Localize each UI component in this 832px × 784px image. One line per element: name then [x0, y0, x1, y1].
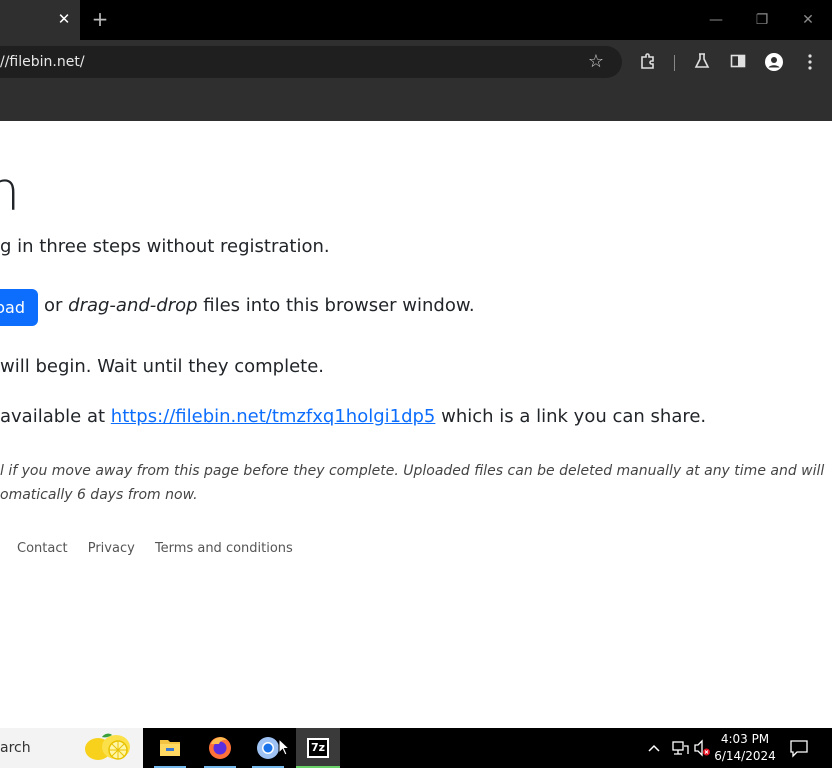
step-2-rest: files into this browser window.: [197, 295, 475, 316]
or-text: or: [44, 295, 69, 316]
notifications-icon[interactable]: [788, 728, 810, 768]
bin-link[interactable]: https://filebin.net/tmzfxq1holgi1dp5: [111, 406, 436, 427]
step-1-text: g in three steps without registration.: [0, 236, 330, 257]
side-panel-icon[interactable]: [728, 52, 748, 72]
tab-close-icon[interactable]: ✕: [56, 11, 72, 27]
mouse-cursor-icon: [278, 737, 291, 756]
footer-terms-link[interactable]: Terms and conditions: [155, 541, 293, 556]
labs-icon[interactable]: [692, 52, 712, 72]
browser-tab[interactable]: ✕: [0, 0, 80, 40]
step-4-prefix: available at: [0, 406, 111, 427]
minimize-icon[interactable]: —: [706, 10, 726, 30]
extensions-icon[interactable]: [638, 52, 658, 72]
upload-button[interactable]: oad: [0, 289, 38, 326]
step-3-text: will begin. Wait until they complete.: [0, 356, 324, 377]
clock-date: 6/14/2024: [714, 749, 776, 763]
note-line-1: l if you move away from this page before…: [0, 463, 825, 479]
search-text: arch: [0, 740, 31, 756]
drag-and-drop-text: drag-and-drop: [68, 295, 198, 316]
step-2-text: or drag-and-drop files into this browser…: [44, 295, 475, 316]
bookmarks-bar: [0, 84, 832, 121]
window-close-icon[interactable]: ✕: [798, 10, 818, 30]
url-text[interactable]: //filebin.net/: [0, 46, 85, 78]
note-line-2: omatically 6 days from now.: [0, 487, 198, 503]
firefox-icon[interactable]: [198, 728, 242, 768]
clock-time: 4:03 PM: [720, 732, 770, 746]
tray-chevron-icon[interactable]: [646, 728, 662, 768]
toolbar-divider: [674, 55, 675, 71]
step-4-suffix: which is a link you can share.: [435, 406, 707, 427]
page-title: n: [0, 160, 21, 223]
network-icon[interactable]: [670, 728, 690, 768]
star-icon[interactable]: ☆: [586, 52, 606, 72]
7zip-icon[interactable]: 7z: [296, 728, 340, 768]
step-4-text: available at https://filebin.net/tmzfxq1…: [0, 406, 706, 427]
footer-contact-link[interactable]: Contact: [17, 541, 68, 556]
file-explorer-icon[interactable]: [148, 728, 192, 768]
restore-icon[interactable]: ❐: [752, 10, 772, 30]
upload-button-label: oad: [0, 298, 25, 317]
new-tab-icon[interactable]: +: [90, 9, 110, 29]
address-bar[interactable]: //filebin.net/ ☆: [0, 46, 622, 78]
taskbar: arch 7z 4:03 PM 6/14/2024: [0, 728, 832, 768]
tab-strip: ✕ + — ❐ ✕: [0, 0, 832, 40]
menu-icon[interactable]: [800, 52, 820, 72]
volume-muted-icon[interactable]: [692, 728, 712, 768]
page-content: n g in three steps without registration.…: [0, 121, 832, 728]
lemon-icon: [82, 731, 134, 765]
7zip-label: 7z: [310, 741, 326, 754]
footer-links: Contact Privacy Terms and conditions: [17, 541, 309, 556]
profile-icon[interactable]: [764, 52, 784, 72]
footer-privacy-link[interactable]: Privacy: [88, 541, 135, 556]
system-clock[interactable]: 4:03 PM 6/14/2024: [714, 731, 776, 765]
taskbar-search[interactable]: arch: [0, 728, 143, 768]
